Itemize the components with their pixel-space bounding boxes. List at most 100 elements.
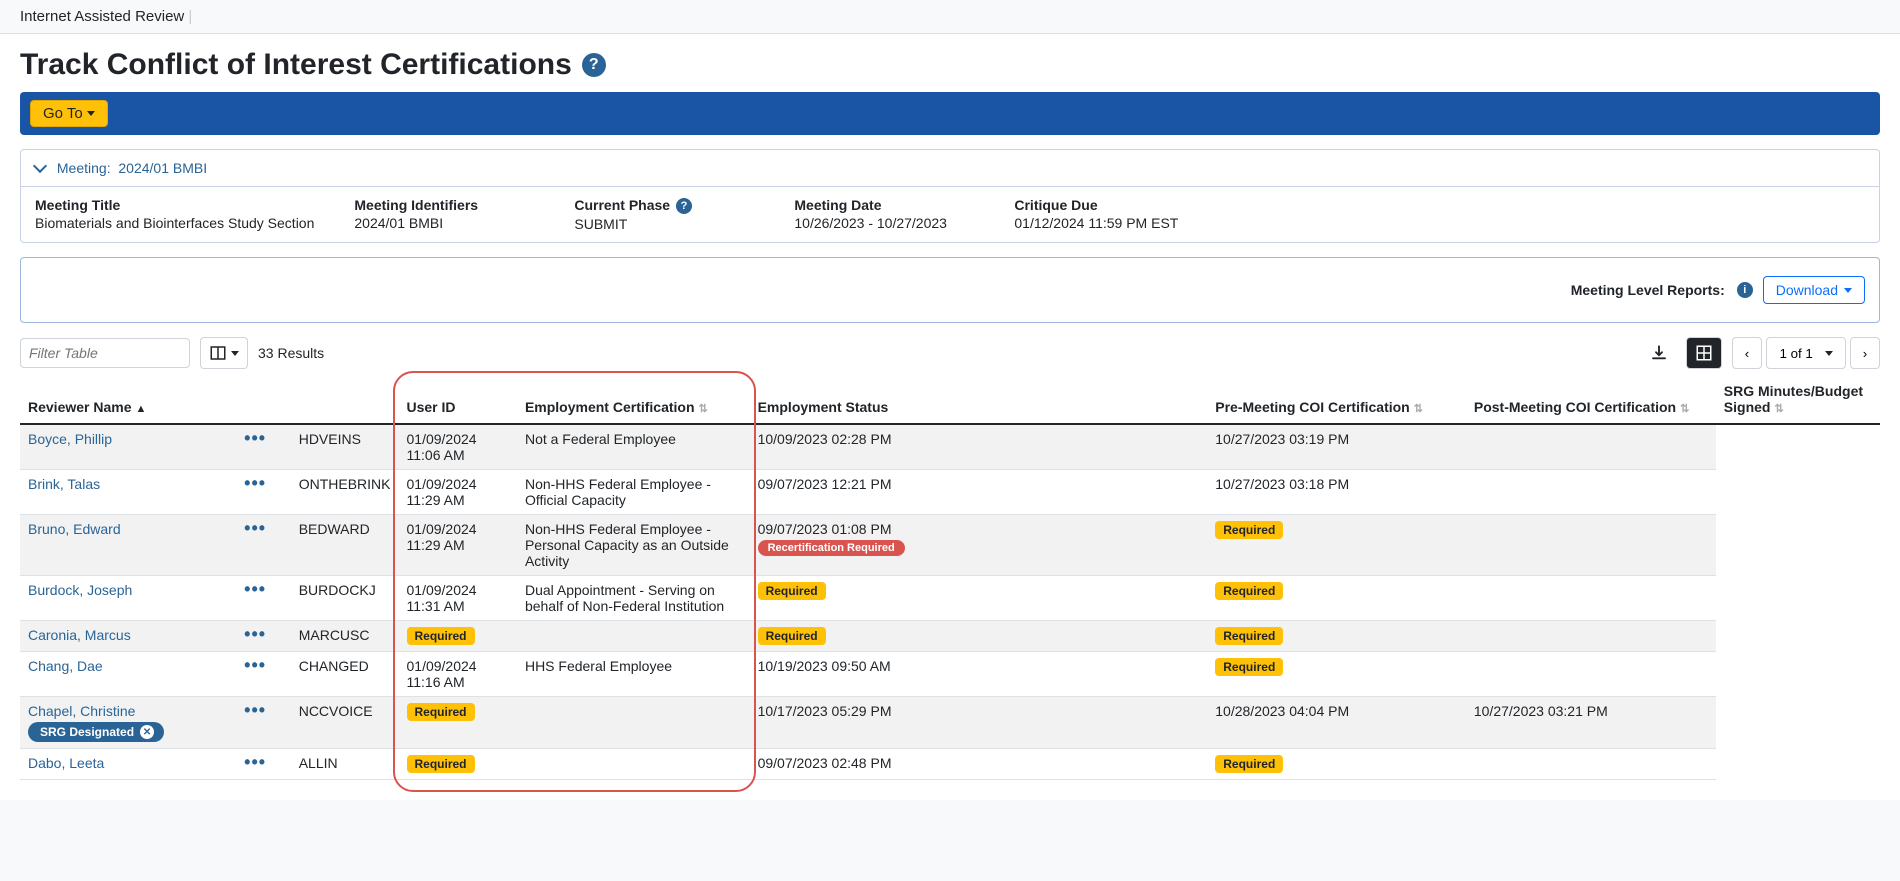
meeting-panel-toggle[interactable]: Meeting: 2024/01 BMBI [21, 150, 1879, 187]
export-button[interactable] [1642, 337, 1676, 369]
goto-dropdown[interactable]: Go To [30, 100, 108, 127]
app-title: Internet Assisted Review [20, 8, 184, 25]
required-badge: Required [407, 627, 475, 645]
help-icon[interactable]: ? [582, 53, 606, 77]
row-actions-menu[interactable]: ••• [244, 473, 266, 493]
row-actions-menu[interactable]: ••• [244, 579, 266, 599]
reviewer-link[interactable]: Bruno, Edward [28, 521, 121, 537]
column-header[interactable]: Post-Meeting COI Certification⇅ [1466, 375, 1716, 424]
reviewer-link[interactable]: Caronia, Marcus [28, 627, 131, 643]
srg-designated-badge[interactable]: SRG Designated✕ [28, 722, 164, 742]
reviewer-link[interactable]: Burdock, Joseph [28, 582, 132, 598]
columns-button[interactable] [200, 337, 248, 369]
cell-empcert: Required [399, 621, 517, 652]
chevron-down-icon [87, 111, 95, 116]
required-badge: Required [758, 627, 826, 645]
cell-userid: HDVEINS [291, 424, 399, 470]
action-bar: Go To [20, 92, 1880, 135]
column-header[interactable]: Pre-Meeting COI Certification⇅ [1207, 375, 1466, 424]
required-badge: Required [1215, 521, 1283, 539]
grid-view-button[interactable] [1686, 337, 1722, 369]
reviewer-link[interactable]: Dabo, Leeta [28, 755, 104, 771]
cell-postcert: Required [1207, 621, 1466, 652]
reviewer-link[interactable]: Chapel, Christine [28, 703, 135, 719]
cell-srg [1466, 576, 1716, 621]
cell-precert: 10/17/2023 05:29 PM [750, 697, 1208, 749]
cell-precert: 09/07/2023 01:08 PMRecertification Requi… [750, 515, 1208, 576]
reports-label: Meeting Level Reports: [1571, 282, 1725, 298]
cell-empcert: Required [399, 749, 517, 780]
cell-postcert: 10/27/2023 03:19 PM [1207, 424, 1466, 470]
row-actions-menu[interactable]: ••• [244, 518, 266, 538]
column-header[interactable]: Reviewer Name▲ [20, 375, 236, 424]
table-row: Dabo, Leeta•••ALLINRequired09/07/2023 02… [20, 749, 1880, 780]
row-actions-menu[interactable]: ••• [244, 624, 266, 644]
page-title: Track Conflict of Interest Certification… [20, 48, 572, 82]
chevron-down-icon [1844, 288, 1852, 293]
required-badge: Required [407, 755, 475, 773]
download-button[interactable]: Download [1763, 276, 1865, 304]
reviewer-link[interactable]: Chang, Dae [28, 658, 103, 674]
cell-srg [1466, 470, 1716, 515]
grid-icon [1695, 344, 1713, 362]
cell-postcert: Required [1207, 749, 1466, 780]
table-row: Brink, Talas•••ONTHEBRINK01/09/2024 11:2… [20, 470, 1880, 515]
cell-userid: BEDWARD [291, 515, 399, 576]
cell-srg [1466, 515, 1716, 576]
row-actions-menu[interactable]: ••• [244, 428, 266, 448]
cell-empstatus: Non-HHS Federal Employee - Personal Capa… [517, 515, 750, 576]
reviewer-link[interactable]: Boyce, Phillip [28, 431, 112, 447]
required-badge: Required [1215, 755, 1283, 773]
column-header[interactable]: SRG Minutes/Budget Signed⇅ [1716, 375, 1880, 424]
table-row: Bruno, Edward ••• BEDWARD01/09/2024 11:29 … [20, 515, 1880, 576]
cell-srg [1466, 424, 1716, 470]
meta-value: 2024/01 BMBI [354, 215, 534, 231]
help-icon[interactable]: ? [676, 198, 692, 214]
meeting-panel: Meeting: 2024/01 BMBI Meeting TitleBioma… [20, 149, 1880, 243]
cell-postcert: 10/27/2023 03:18 PM [1207, 470, 1466, 515]
column-header[interactable]: User ID [399, 375, 517, 424]
meta-label: Meeting Date [794, 197, 974, 213]
table-row: Burdock, Joseph ••• BURDOCKJ01/09/2024 11:… [20, 576, 1880, 621]
meta-label: Current Phase ? [574, 197, 754, 214]
cell-empcert: 01/09/2024 11:31 AM [399, 576, 517, 621]
column-header[interactable]: Employment Status [750, 375, 1208, 424]
cell-userid: BURDOCKJ [291, 576, 399, 621]
row-actions-menu[interactable]: ••• [244, 655, 266, 675]
cell-precert: 10/19/2023 09:50 AM [750, 652, 1208, 697]
cell-empstatus: Non-HHS Federal Employee - Official Capa… [517, 470, 750, 515]
page-select[interactable]: 1 of 1 [1766, 337, 1846, 369]
recert-badge: Recertification Required [758, 540, 905, 556]
meta-value: 10/26/2023 - 10/27/2023 [794, 215, 974, 231]
cell-empstatus [517, 749, 750, 780]
meta-value: 01/12/2024 11:59 PM EST [1014, 215, 1194, 231]
close-icon[interactable]: ✕ [140, 725, 154, 739]
cell-srg [1466, 621, 1716, 652]
chevron-down-icon [1825, 351, 1833, 356]
prev-page-button[interactable]: ‹ [1732, 337, 1762, 369]
cell-precert: 09/07/2023 02:48 PM [750, 749, 1208, 780]
cell-empcert: 01/09/2024 11:29 AM [399, 515, 517, 576]
row-actions-menu[interactable]: ••• [244, 700, 266, 720]
columns-icon [209, 344, 227, 362]
table-row: Chang, Dae•••CHANGED01/09/2024 11:16 AMH… [20, 652, 1880, 697]
info-icon[interactable]: i [1737, 282, 1753, 298]
meeting-label: Meeting: [57, 160, 111, 176]
required-badge: Required [1215, 658, 1283, 676]
row-actions-menu[interactable]: ••• [244, 752, 266, 772]
pager: ‹ 1 of 1 › [1732, 337, 1880, 369]
meta-label: Critique Due [1014, 197, 1194, 213]
required-badge: Required [407, 703, 475, 721]
table-row: Boyce, Phillip•••HDVEINS01/09/2024 11:06… [20, 424, 1880, 470]
cell-userid: CHANGED [291, 652, 399, 697]
next-page-button[interactable]: › [1850, 337, 1880, 369]
cell-postcert: 10/28/2023 04:04 PM [1207, 697, 1466, 749]
meta-value: Biomaterials and Biointerfaces Study Sec… [35, 215, 314, 231]
filter-input[interactable] [20, 338, 190, 368]
column-header[interactable]: Employment Certification⇅ [517, 375, 750, 424]
cell-precert: Required [750, 621, 1208, 652]
cell-empcert: 01/09/2024 11:16 AM [399, 652, 517, 697]
cell-postcert: Required [1207, 515, 1466, 576]
results-count: 33 Results [258, 345, 324, 361]
reviewer-link[interactable]: Brink, Talas [28, 476, 100, 492]
